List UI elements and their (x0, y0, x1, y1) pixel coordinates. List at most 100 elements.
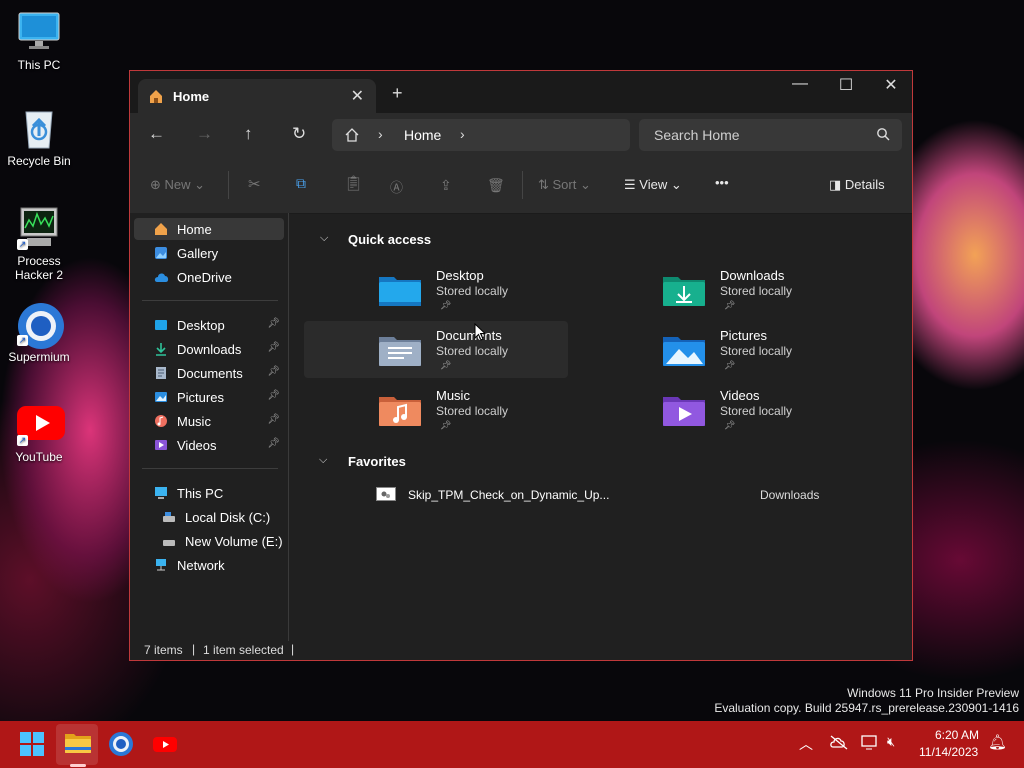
supermium-icon: ↗ (17, 302, 64, 349)
favorite-row[interactable]: Skip_TPM_Check_on_Dynamic_Up... Download… (370, 484, 840, 506)
item-status: Stored locally (720, 404, 793, 418)
sidebar-item-onedrive[interactable]: OneDrive (134, 266, 284, 288)
desktop-icon-recycle-bin[interactable]: Recycle Bin (0, 106, 78, 168)
cut-icon[interactable]: ✂ (248, 175, 261, 193)
sidebar-item-home[interactable]: Home (134, 218, 284, 240)
taskbar-file-explorer[interactable] (64, 731, 92, 759)
new-button[interactable]: ⊕ New ⌄ (150, 177, 205, 193)
quick-access-item-music[interactable]: Music Stored locally 📌︎ (364, 383, 629, 439)
delete-icon[interactable]: 🗑︎ (487, 177, 505, 194)
copy-icon[interactable]: ⧉ (296, 175, 306, 192)
sidebar-item-label: Network (177, 558, 225, 573)
share-icon[interactable]: ⇪ (440, 177, 452, 194)
start-button[interactable] (19, 731, 47, 759)
desktop-icon-this-pc[interactable]: This PC (0, 10, 78, 72)
desktop-icon-supermium[interactable]: ↗ Supermium (0, 302, 78, 364)
monitor-icon (154, 486, 168, 500)
address-bar[interactable]: › Home › (332, 119, 630, 151)
desktop-folder-icon (378, 273, 421, 307)
breadcrumb-home[interactable]: Home (404, 127, 441, 143)
home-icon[interactable] (344, 127, 360, 148)
sidebar-item-documents[interactable]: Documents 📌︎ (134, 362, 284, 384)
forward-button[interactable]: → (196, 124, 213, 144)
quick-access-item-downloads[interactable]: Downloads Stored locally 📌︎ (648, 263, 913, 319)
drive-icon (162, 510, 176, 524)
item-status: Stored locally (720, 284, 793, 298)
notification-bell-icon[interactable]: 🔔︎ (988, 733, 1007, 751)
pin-icon[interactable]: 📌︎ (267, 438, 280, 449)
search-box[interactable]: Search Home (639, 119, 902, 151)
pin-icon[interactable]: 📌︎ (267, 366, 280, 377)
quick-access-item-desktop[interactable]: Desktop Stored locally 📌︎ (364, 263, 629, 319)
desktop-icon-label: YouTube (15, 450, 63, 464)
onedrive-offline-icon[interactable] (829, 734, 849, 755)
more-options-icon[interactable]: ••• (715, 175, 729, 190)
sidebar-item-gallery[interactable]: Gallery (134, 242, 284, 264)
music-folder-icon (378, 393, 421, 427)
network-status-icon[interactable] (861, 735, 879, 756)
sidebar-item-local-disk[interactable]: Local Disk (C:) (134, 506, 284, 528)
pin-icon: 📌︎ (724, 360, 736, 370)
process-hacker-icon: ↗ (17, 206, 61, 250)
desktop-icon-process-hacker[interactable]: ↗ Process Hacker 2 (0, 206, 78, 282)
close-tab-icon[interactable]: ✕ (351, 86, 364, 106)
title-bar: Home ✕ + — ☐ ✕ (130, 71, 912, 113)
favorite-file-location: Downloads (760, 488, 820, 502)
close-window-button[interactable]: ✕ (871, 75, 911, 95)
sort-button[interactable]: ⇅ Sort ⌄ (538, 177, 591, 193)
refresh-button[interactable]: ↻ (292, 124, 306, 144)
search-input[interactable]: Search Home (654, 127, 740, 143)
sidebar-item-this-pc[interactable]: This PC (134, 482, 284, 504)
clock-time[interactable]: 6:20 AM (935, 728, 979, 742)
rename-icon[interactable]: Ⓐ (390, 177, 403, 196)
tab-home[interactable]: Home ✕ (138, 79, 376, 113)
volume-muted-icon[interactable]: 🔇︎ (887, 734, 895, 750)
quick-access-item-documents[interactable]: Documents Stored locally 📌︎ (304, 321, 568, 378)
sidebar-item-downloads[interactable]: Downloads 📌︎ (134, 338, 284, 360)
taskbar-supermium[interactable] (108, 731, 136, 759)
divider (142, 468, 278, 469)
pin-icon: 📌︎ (724, 420, 736, 430)
taskbar-youtube[interactable] (152, 731, 180, 759)
collapse-chevron-icon[interactable]: ⌵ (320, 232, 328, 245)
drive-icon (162, 534, 176, 548)
pin-icon[interactable]: 📌︎ (267, 342, 280, 353)
clock-date[interactable]: 11/14/2023 (919, 745, 978, 759)
sidebar-item-videos[interactable]: Videos 📌︎ (134, 434, 284, 456)
quick-access-item-pictures[interactable]: Pictures Stored locally 📌︎ (648, 323, 913, 379)
sidebar-item-new-volume[interactable]: New Volume (E:) (134, 530, 284, 552)
document-icon (154, 366, 168, 380)
pin-icon[interactable]: 📌︎ (267, 318, 280, 329)
details-button[interactable]: ◨ Details (829, 177, 885, 193)
breadcrumb-separator-icon[interactable]: › (378, 126, 383, 142)
file-icon (376, 487, 396, 504)
video-icon (154, 438, 168, 452)
pin-icon[interactable]: 📌︎ (267, 414, 280, 425)
watermark-build: Evaluation copy. Build 25947.rs_prerelea… (714, 701, 1019, 715)
breadcrumb-chevron-icon[interactable]: › (460, 126, 465, 142)
sidebar-item-label: This PC (177, 486, 224, 501)
downloads-folder-icon (662, 273, 705, 307)
tab-title: Home (173, 89, 210, 104)
quick-access-item-videos[interactable]: Videos Stored locally 📌︎ (648, 383, 913, 439)
back-button[interactable]: ← (148, 124, 165, 144)
maximize-button[interactable]: ☐ (826, 75, 866, 95)
minimize-button[interactable]: — (780, 75, 820, 93)
recycle-bin-icon (17, 106, 61, 150)
view-label: View (639, 177, 668, 192)
sidebar-item-pictures[interactable]: Pictures 📌︎ (134, 386, 284, 408)
selection-count: 1 item selected (203, 643, 284, 657)
sidebar-item-music[interactable]: Music 📌︎ (134, 410, 284, 432)
desktop-icon-youtube[interactable]: ↗ YouTube (0, 402, 78, 464)
pin-icon[interactable]: 📌︎ (267, 390, 280, 401)
sidebar-item-network[interactable]: Network (134, 554, 284, 576)
collapse-chevron-icon[interactable]: ⌵ (319, 454, 327, 467)
paste-icon[interactable]: 📋︎ (344, 174, 363, 192)
new-tab-button[interactable]: + (392, 83, 403, 104)
show-hidden-icons-chevron-icon[interactable]: ︿ (799, 734, 813, 754)
sidebar-item-desktop[interactable]: Desktop 📌︎ (134, 314, 284, 336)
shortcut-arrow-icon: ↗ (17, 335, 28, 346)
desktop-icon-label: Process Hacker 2 (14, 254, 64, 282)
up-button[interactable]: ↑ (244, 124, 253, 144)
view-button[interactable]: ☰ View ⌄ (624, 177, 682, 193)
